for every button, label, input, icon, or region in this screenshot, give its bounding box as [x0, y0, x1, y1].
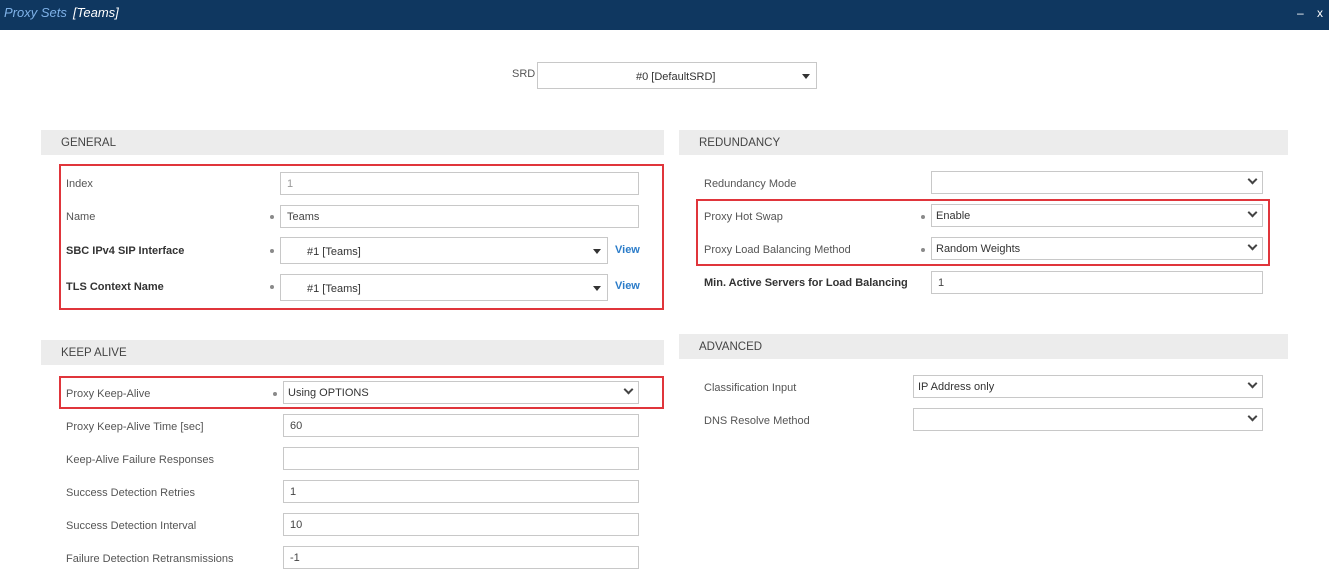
- highlight-box-general: [59, 164, 664, 310]
- failure-responses-label: Keep-Alive Failure Responses: [66, 454, 214, 466]
- highlight-box-keep-alive: [59, 376, 664, 409]
- keep-alive-time-label: Proxy Keep-Alive Time [sec]: [66, 421, 204, 433]
- section-advanced: ADVANCED: [679, 334, 1288, 359]
- success-retries-label: Success Detection Retries: [66, 487, 195, 499]
- window-subtitle: [Teams]: [73, 5, 119, 20]
- section-keep-alive: KEEP ALIVE: [41, 340, 664, 365]
- failure-retrans-field[interactable]: -1: [283, 546, 639, 569]
- classification-select[interactable]: IP Address only: [913, 375, 1263, 398]
- success-interval-field[interactable]: 10: [283, 513, 639, 536]
- minimize-button[interactable]: –: [1297, 6, 1304, 20]
- min-active-field[interactable]: 1: [931, 271, 1263, 294]
- chevron-down-icon: [1247, 174, 1258, 185]
- redundancy-mode-select[interactable]: [931, 171, 1263, 194]
- failure-responses-field[interactable]: [283, 447, 639, 470]
- window-title: Proxy Sets: [4, 5, 67, 20]
- dns-method-select[interactable]: [913, 408, 1263, 431]
- min-active-label: Min. Active Servers for Load Balancing: [704, 277, 908, 289]
- srd-label: SRD: [512, 68, 536, 80]
- classification-label: Classification Input: [704, 382, 797, 394]
- title-bar: Proxy Sets [Teams] – x: [0, 0, 1329, 30]
- section-general: GENERAL: [41, 130, 664, 155]
- dropdown-arrow-icon: [802, 74, 810, 79]
- highlight-box-redundancy: [696, 199, 1270, 266]
- chevron-down-icon: [1247, 378, 1258, 389]
- close-button[interactable]: x: [1317, 6, 1323, 20]
- chevron-down-icon: [1247, 411, 1258, 422]
- redundancy-mode-label: Redundancy Mode: [704, 178, 797, 190]
- classification-value: IP Address only: [918, 381, 995, 393]
- failure-retrans-label: Failure Detection Retransmissions: [66, 553, 234, 565]
- keep-alive-time-field[interactable]: 60: [283, 414, 639, 437]
- srd-select[interactable]: #0 [DefaultSRD]: [537, 62, 817, 89]
- dns-method-label: DNS Resolve Method: [704, 415, 810, 427]
- srd-value: #0 [DefaultSRD]: [636, 71, 716, 83]
- section-redundancy: REDUNDANCY: [679, 130, 1288, 155]
- success-interval-label: Success Detection Interval: [66, 520, 197, 532]
- success-retries-field[interactable]: 1: [283, 480, 639, 503]
